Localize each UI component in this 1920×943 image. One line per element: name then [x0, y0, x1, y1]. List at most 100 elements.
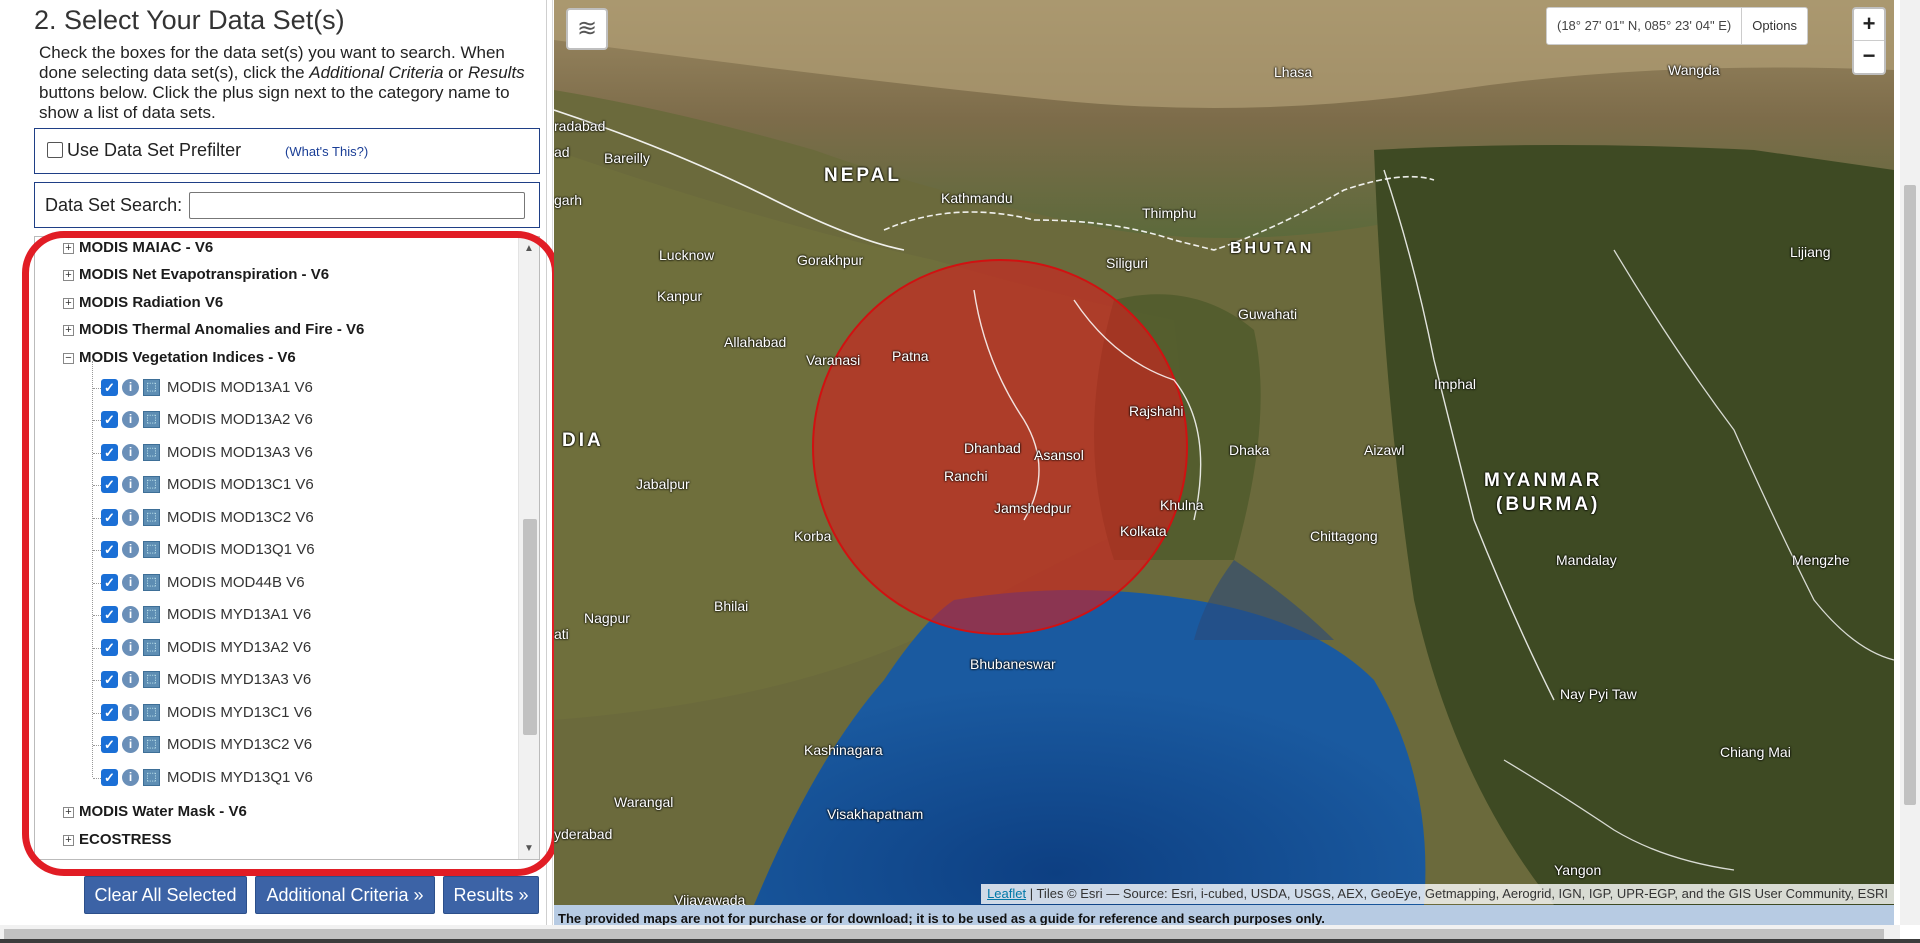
prefilter-box: Use Data Set Prefilter (What's This?)	[34, 128, 540, 174]
checkmark-icon[interactable]: ✓	[101, 769, 118, 786]
dataset-search-input[interactable]	[189, 192, 525, 219]
dataset-search-box: Data Set Search:	[34, 182, 540, 228]
tree-branch	[93, 485, 101, 486]
footprint-icon[interactable]: ⬚	[143, 704, 160, 721]
footprint-icon[interactable]: ⬚	[143, 444, 160, 461]
layers-icon[interactable]: ≋	[566, 8, 608, 50]
prefilter-label[interactable]: Use Data Set Prefilter	[67, 140, 241, 161]
map-label-bhilai: Bhilai	[714, 598, 749, 614]
info-icon[interactable]: i	[122, 639, 139, 656]
tree-scroll-thumb[interactable]	[523, 519, 537, 735]
info-icon[interactable]: i	[122, 671, 139, 688]
expand-icon[interactable]: +	[63, 270, 74, 281]
category-modis-radiation[interactable]: + MODIS Radiation V6	[63, 294, 223, 316]
collapse-icon[interactable]: −	[63, 353, 74, 364]
expand-icon[interactable]: +	[63, 807, 74, 818]
checkmark-icon[interactable]: ✓	[101, 444, 118, 461]
dataset-label: MODIS MYD13A3 V6	[167, 671, 312, 688]
scroll-up-icon[interactable]: ▲	[524, 243, 534, 254]
map-label-mandalay: Mandalay	[1556, 552, 1617, 568]
expand-icon[interactable]: +	[63, 298, 74, 309]
checkmark-icon[interactable]: ✓	[101, 639, 118, 656]
category-modis-thermal-anomalies[interactable]: + MODIS Thermal Anomalies and Fire - V6	[63, 321, 364, 343]
footprint-icon[interactable]: ⬚	[143, 639, 160, 656]
scroll-down-icon[interactable]: ▼	[524, 843, 534, 854]
zoom-control: + −	[1852, 7, 1886, 75]
zoom-in-button[interactable]: +	[1854, 9, 1884, 41]
category-ecostress[interactable]: + ECOSTRESS	[63, 831, 172, 853]
checkmark-icon[interactable]: ✓	[101, 671, 118, 688]
coordinate-text: (18° 27' 01" N, 085° 23' 04" E)	[1557, 18, 1732, 33]
category-label: MODIS Net Evapotranspiration - V6	[79, 266, 330, 283]
dataset-search-label: Data Set Search:	[45, 195, 183, 215]
category-modis-water-mask[interactable]: + MODIS Water Mask - V6	[63, 803, 247, 825]
footprint-icon[interactable]: ⬚	[143, 476, 160, 493]
attribution-text: | Tiles © Esri — Source: Esri, i-cubed, …	[1026, 886, 1888, 901]
panel-heading: 2. Select Your Data Set(s)	[34, 5, 345, 35]
footprint-icon[interactable]: ⬚	[143, 541, 160, 558]
tree-scrollbar[interactable]: ▲ ▼	[518, 237, 539, 859]
prefilter-checkbox[interactable]	[47, 142, 63, 158]
expand-icon[interactable]: +	[63, 325, 74, 336]
whats-this-link[interactable]: (What's This?)	[285, 144, 368, 159]
map-label-warangal: Warangal	[614, 794, 674, 810]
map-label-ranchi: Ranchi	[944, 468, 988, 484]
clear-all-selected-button[interactable]: Clear All Selected	[84, 876, 247, 914]
info-icon[interactable]: i	[122, 736, 139, 753]
dataset-label: MODIS MYD13C2 V6	[167, 736, 313, 753]
info-icon[interactable]: i	[122, 379, 139, 396]
footprint-icon[interactable]: ⬚	[143, 769, 160, 786]
info-icon[interactable]: i	[122, 476, 139, 493]
app: 2. Select Your Data Set(s) Check the box…	[0, 0, 1920, 943]
expand-icon[interactable]: +	[63, 835, 74, 846]
page-vertical-scroll-thumb[interactable]	[1904, 185, 1916, 805]
checkmark-icon[interactable]: ✓	[101, 411, 118, 428]
footprint-icon[interactable]: ⬚	[143, 574, 160, 591]
page-vertical-scrollbar[interactable]	[1900, 0, 1920, 925]
checkmark-icon[interactable]: ✓	[101, 379, 118, 396]
info-icon[interactable]: i	[122, 541, 139, 558]
category-modis-vegetation-indices[interactable]: − MODIS Vegetation Indices - V6	[63, 349, 296, 371]
results-button[interactable]: Results »	[443, 876, 539, 914]
leaflet-link[interactable]: Leaflet	[987, 886, 1026, 901]
checkmark-icon[interactable]: ✓	[101, 509, 118, 526]
checkmark-icon[interactable]: ✓	[101, 704, 118, 721]
category-label: ECOSTRESS	[79, 831, 172, 848]
footprint-icon[interactable]: ⬚	[143, 379, 160, 396]
tree-branch	[93, 648, 101, 649]
checkmark-icon[interactable]: ✓	[101, 606, 118, 623]
category-modis-maiac[interactable]: + MODIS MAIAC - V6	[63, 239, 213, 261]
map-label-lijiang: Lijiang	[1790, 244, 1831, 260]
footprint-icon[interactable]: ⬚	[143, 606, 160, 623]
map-label-thimphu: Thimphu	[1142, 205, 1197, 221]
footprint-icon[interactable]: ⬚	[143, 411, 160, 428]
info-icon[interactable]: i	[122, 509, 139, 526]
checkmark-icon[interactable]: ✓	[101, 736, 118, 753]
info-icon[interactable]: i	[122, 606, 139, 623]
checkmark-icon[interactable]: ✓	[101, 574, 118, 591]
footprint-icon[interactable]: ⬚	[143, 736, 160, 753]
map-label-bhutan: BHUTAN	[1230, 240, 1315, 257]
page-horizontal-scroll-thumb[interactable]	[4, 929, 1884, 939]
tree-branch	[93, 420, 101, 421]
info-icon[interactable]: i	[122, 411, 139, 428]
info-icon[interactable]: i	[122, 444, 139, 461]
footprint-icon[interactable]: ⬚	[143, 509, 160, 526]
checkmark-icon[interactable]: ✓	[101, 541, 118, 558]
footprint-icon[interactable]: ⬚	[143, 671, 160, 688]
zoom-out-button[interactable]: −	[1854, 41, 1884, 73]
info-icon[interactable]: i	[122, 704, 139, 721]
info-icon[interactable]: i	[122, 769, 139, 786]
map-label-garh: garh	[554, 192, 583, 208]
map-options-button[interactable]: Options	[1741, 8, 1807, 44]
map-view[interactable]: NEPAL BHUTAN DIA MYANMAR (BURMA) Lhasa W…	[554, 0, 1894, 905]
info-icon[interactable]: i	[122, 574, 139, 591]
category-modis-net-evapotranspiration[interactable]: + MODIS Net Evapotranspiration - V6	[63, 266, 329, 288]
additional-criteria-button[interactable]: Additional Criteria »	[255, 876, 435, 914]
map-label-chittagong: Chittagong	[1310, 528, 1378, 544]
category-label: MODIS Vegetation Indices - V6	[79, 349, 296, 366]
expand-icon[interactable]: +	[63, 243, 74, 254]
checkmark-icon[interactable]: ✓	[101, 476, 118, 493]
dataset-label: MODIS MOD44B V6	[167, 574, 305, 591]
map-label-wangda: Wangda	[1668, 62, 1720, 78]
